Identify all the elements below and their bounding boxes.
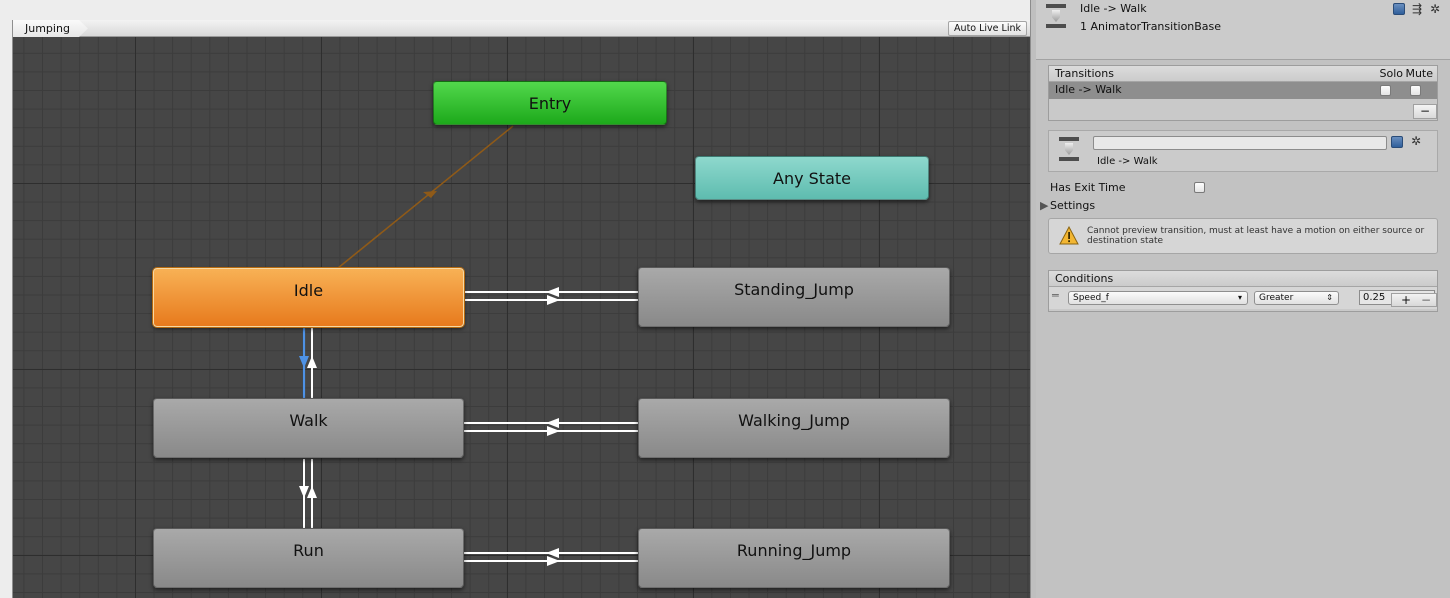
auto-live-link-button[interactable]: Auto Live Link (948, 21, 1027, 36)
state-idle-label: Idle (293, 281, 324, 300)
state-standing-jump[interactable]: Standing_Jump (638, 267, 950, 327)
state-running-jump[interactable]: Running_Jump (638, 528, 950, 588)
state-walk-label: Walk (289, 411, 328, 430)
settings-foldout-arrow-icon[interactable]: ▶ (1040, 199, 1048, 212)
warning-icon (1059, 226, 1079, 245)
drag-handle-icon[interactable]: ═ (1052, 289, 1059, 302)
state-walking-jump-label: Walking_Jump (738, 411, 850, 430)
warning-text: Cannot preview transition, must at least… (1087, 226, 1425, 246)
preset-icon[interactable]: ⇶ (1410, 2, 1424, 16)
transition-subtitle: Idle -> Walk (1097, 156, 1158, 167)
transition-icon-small (1059, 137, 1079, 161)
gear-icon[interactable]: ✲ (1428, 2, 1442, 16)
state-any-state[interactable]: Any State (695, 156, 929, 200)
transition-walk-walking-jump[interactable] (464, 418, 638, 436)
inspector-title: Idle -> Walk (1080, 2, 1147, 15)
inspector-header: Idle -> Walk 1 AnimatorTransitionBase ⇶ … (1036, 0, 1450, 60)
transition-row[interactable]: Idle -> Walk (1049, 82, 1437, 99)
remove-condition-button[interactable]: − (1421, 294, 1431, 306)
state-run-label: Run (293, 541, 324, 560)
transition-run-running-jump[interactable] (464, 548, 638, 566)
chevron-down-icon: ▾ (1237, 293, 1242, 302)
state-run[interactable]: Run (153, 528, 464, 588)
state-running-jump-label: Running_Jump (736, 541, 852, 560)
conditions-header-label: Conditions (1055, 272, 1114, 285)
mute-column-label: Mute (1405, 67, 1433, 80)
animator-window: Entry Any State Idle Standing_Jump Walk … (0, 0, 1450, 598)
mute-checkbox[interactable] (1410, 85, 1421, 96)
graph-toolbar: Jumping Auto Live Link (13, 20, 1030, 37)
transition-idle-walk[interactable] (299, 328, 317, 398)
condition-row[interactable]: ═ Speed_f ▾ Greater ⇕ 0.25 (1049, 287, 1437, 309)
preview-warning: Cannot preview transition, must at least… (1048, 218, 1438, 254)
mode-dropdown[interactable]: Greater ⇕ (1254, 291, 1339, 305)
transition-settings-header: ✲ Idle -> Walk (1048, 130, 1438, 172)
transition-icon (1046, 4, 1066, 28)
transition-entry-idle[interactable] (337, 125, 514, 269)
state-any-state-label: Any State (773, 169, 851, 188)
state-walking-jump[interactable]: Walking_Jump (638, 398, 950, 458)
transition-idle-standing-jump[interactable] (464, 287, 638, 305)
has-exit-time-checkbox[interactable] (1194, 182, 1205, 193)
solo-column-label: Solo (1379, 67, 1404, 80)
conditions-header: Conditions (1049, 271, 1437, 287)
help-book-icon[interactable] (1393, 3, 1405, 15)
state-walk[interactable]: Walk (153, 398, 464, 458)
updown-icon: ⇕ (1326, 293, 1333, 302)
conditions-list: Conditions ═ Speed_f ▾ Greater ⇕ 0.25 + … (1048, 270, 1438, 312)
gear-icon-small[interactable]: ✲ (1409, 134, 1423, 148)
breadcrumb-layer[interactable]: Jumping (13, 20, 88, 37)
transitions-header: Transitions Solo Mute (1049, 66, 1437, 82)
remove-transition-button[interactable]: − (1413, 104, 1437, 119)
mode-value: Greater (1259, 293, 1294, 303)
parameter-dropdown[interactable]: Speed_f ▾ (1068, 291, 1248, 305)
solo-checkbox[interactable] (1380, 85, 1391, 96)
transition-walk-run[interactable] (299, 459, 317, 528)
parameter-value: Speed_f (1073, 293, 1109, 303)
state-idle[interactable]: Idle (153, 268, 464, 327)
transition-name-field[interactable] (1093, 136, 1387, 150)
transitions-header-label: Transitions (1055, 67, 1114, 80)
transitions-list: Transitions Solo Mute Idle -> Walk − (1048, 65, 1438, 121)
add-remove-controls: + − (1391, 293, 1437, 307)
help-book-icon-small[interactable] (1391, 136, 1403, 148)
inspector-panel: Idle -> Walk 1 AnimatorTransitionBase ⇶ … (1036, 0, 1450, 598)
animator-graph[interactable]: Entry Any State Idle Standing_Jump Walk … (12, 20, 1030, 598)
inspector-subtitle: 1 AnimatorTransitionBase (1080, 20, 1222, 33)
transition-row-label: Idle -> Walk (1055, 83, 1122, 96)
state-entry-label: Entry (528, 94, 572, 113)
state-standing-jump-label: Standing_Jump (734, 280, 854, 299)
state-entry[interactable]: Entry (433, 81, 667, 125)
add-condition-button[interactable]: + (1401, 294, 1411, 306)
has-exit-time-label: Has Exit Time (1050, 181, 1126, 194)
settings-foldout[interactable]: Settings (1050, 199, 1095, 212)
